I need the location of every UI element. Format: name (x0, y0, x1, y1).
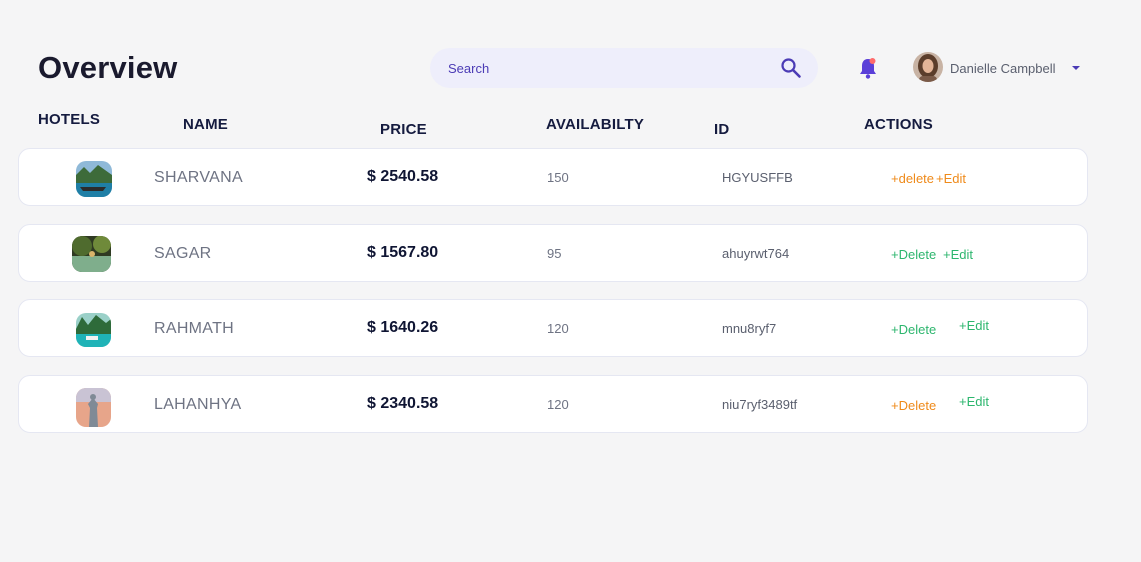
column-header-name: NAME (183, 116, 228, 133)
search-icon[interactable] (780, 57, 802, 79)
hotel-thumbnail (76, 388, 111, 427)
edit-button[interactable]: +Edit (959, 318, 989, 333)
delete-button[interactable]: +Delete (891, 247, 936, 262)
column-header-price: PRICE (380, 121, 427, 138)
bell-icon[interactable] (858, 56, 878, 80)
hotel-name: RAHMATH (154, 320, 235, 337)
table-row: SHARVANA $ 2540.58 150 HGYUSFFB +delete … (18, 148, 1088, 206)
hotel-price: $ 2540.58 (367, 168, 439, 185)
hotel-availability: 150 (547, 170, 569, 185)
search-bar[interactable] (430, 48, 818, 88)
hotel-thumbnail (76, 313, 111, 347)
hotel-id: mnu8ryf7 (722, 321, 777, 336)
hotel-availability: 120 (547, 321, 569, 336)
column-header-actions: ACTIONS (864, 116, 933, 133)
user-name[interactable]: Danielle Campbell (950, 61, 1056, 76)
page-title: Overview (38, 50, 178, 85)
hotel-price: $ 1567.80 (367, 244, 439, 261)
edit-button[interactable]: +Edit (936, 171, 966, 186)
hotel-availability: 120 (547, 397, 569, 412)
hotel-thumbnail (76, 161, 112, 197)
avatar[interactable] (913, 52, 943, 82)
hotel-id: niu7ryf3489tf (722, 397, 798, 412)
hotel-price: $ 1640.26 (367, 319, 439, 336)
column-header-id: ID (714, 121, 730, 138)
hotel-name: LAHANHYA (154, 396, 242, 413)
column-header-hotels: HOTELS (38, 111, 101, 128)
hotel-name: SAGAR (154, 245, 212, 262)
table-row: LAHANHYA $ 2340.58 120 niu7ryf3489tf +De… (18, 375, 1088, 433)
hotel-name: SHARVANA (154, 169, 243, 186)
delete-button[interactable]: +Delete (891, 398, 936, 413)
search-input[interactable] (448, 48, 768, 88)
hotel-id: ahuyrwt764 (722, 246, 790, 261)
delete-button[interactable]: +Delete (891, 322, 936, 337)
edit-button[interactable]: +Edit (943, 247, 973, 262)
hotel-availability: 95 (547, 246, 562, 261)
hotel-thumbnail (72, 236, 111, 272)
column-header-availability: AVAILABILTY (546, 116, 645, 133)
hotel-id: HGYUSFFB (722, 170, 793, 185)
delete-button[interactable]: +delete (891, 171, 934, 186)
table-row: SAGAR $ 1567.80 95 ahuyrwt764 +Delete +E… (18, 224, 1088, 282)
table-row: RAHMATH $ 1640.26 120 mnu8ryf7 +Delete +… (18, 299, 1088, 357)
hotel-price: $ 2340.58 (367, 395, 439, 412)
edit-button[interactable]: +Edit (959, 394, 989, 409)
caret-down-icon[interactable] (1071, 65, 1081, 71)
